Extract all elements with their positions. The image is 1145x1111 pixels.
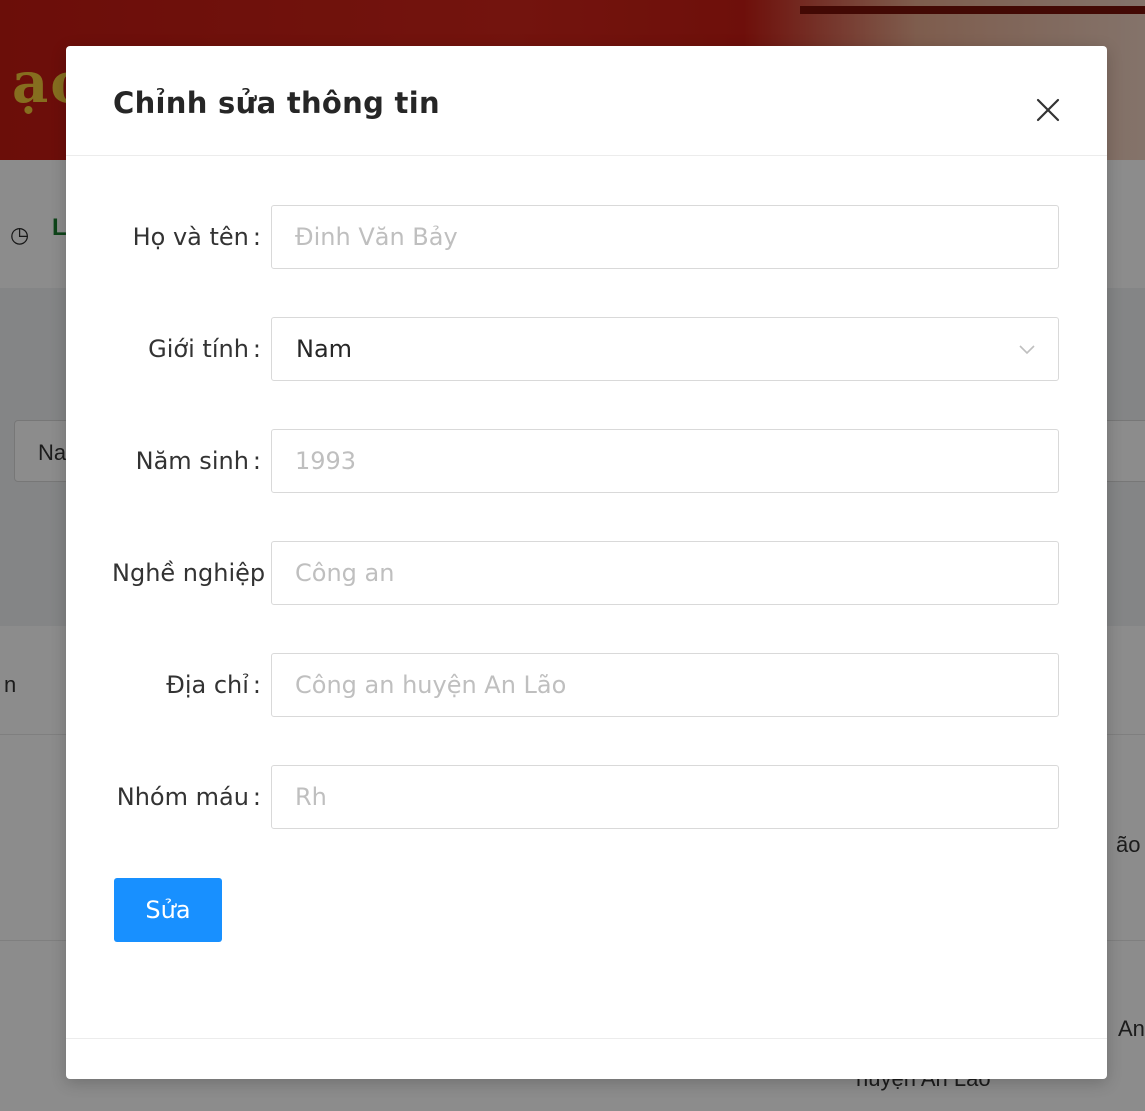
- form-row-gender: Giới tính: Nam: [66, 317, 1107, 381]
- address-label: Địa chỉ:: [66, 653, 271, 717]
- modal-footer-divider: [66, 1038, 1107, 1039]
- full-name-label-text: Họ và tên: [132, 223, 249, 251]
- form-row-full-name: Họ và tên:: [66, 205, 1107, 269]
- birth-year-label: Năm sinh:: [66, 429, 271, 493]
- modal-title: Chỉnh sửa thông tin: [113, 86, 440, 120]
- gender-label: Giới tính:: [66, 317, 271, 381]
- blood-type-input[interactable]: [271, 765, 1059, 829]
- modal-header: Chỉnh sửa thông tin: [66, 46, 1107, 156]
- address-input[interactable]: [271, 653, 1059, 717]
- occupation-input[interactable]: [271, 541, 1059, 605]
- gender-select-value: Nam: [296, 335, 353, 363]
- close-icon-glyph: [1036, 98, 1060, 122]
- label-colon: :: [252, 335, 261, 363]
- birth-year-label-text: Năm sinh: [135, 447, 249, 475]
- form-row-birth-year: Năm sinh:: [66, 429, 1107, 493]
- form-row-blood-type: Nhóm máu:: [66, 765, 1107, 829]
- birth-year-input[interactable]: [271, 429, 1059, 493]
- occupation-label: Nghề nghiệp:: [66, 541, 271, 605]
- page: ạo ◷ L Na n ão An huyện An Lão Chỉnh sửa…: [0, 0, 1145, 1111]
- submit-button[interactable]: Sửa: [114, 878, 222, 942]
- full-name-label: Họ và tên:: [66, 205, 271, 269]
- occupation-label-text: Nghề nghiệp: [112, 559, 266, 587]
- gender-select[interactable]: Nam: [271, 317, 1059, 381]
- blood-type-label-text: Nhóm máu: [116, 783, 249, 811]
- label-colon: :: [252, 671, 261, 699]
- chevron-down-icon: [1019, 345, 1035, 355]
- blood-type-label: Nhóm máu:: [66, 765, 271, 829]
- label-colon: :: [252, 783, 261, 811]
- form-row-occupation: Nghề nghiệp:: [66, 541, 1107, 605]
- close-icon[interactable]: [1030, 92, 1066, 128]
- label-colon: :: [252, 447, 261, 475]
- full-name-input[interactable]: [271, 205, 1059, 269]
- address-label-text: Địa chỉ: [166, 671, 249, 699]
- form-row-address: Địa chỉ:: [66, 653, 1107, 717]
- label-colon: :: [252, 223, 261, 251]
- gender-label-text: Giới tính: [148, 335, 249, 363]
- edit-info-modal: Chỉnh sửa thông tin Họ và tên: Giới tính…: [66, 46, 1107, 1079]
